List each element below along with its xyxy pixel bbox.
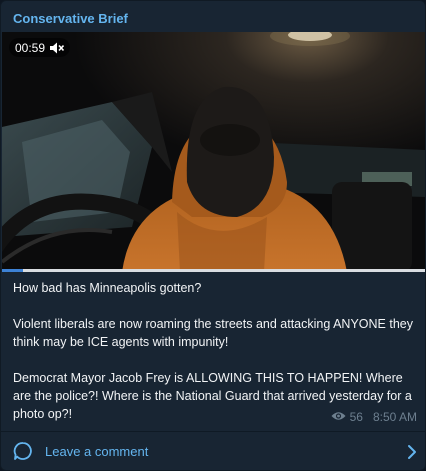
leave-comment-label: Leave a comment	[45, 444, 149, 459]
leave-comment-button[interactable]: Leave a comment	[1, 431, 425, 470]
video-progress-bar[interactable]	[2, 269, 425, 272]
video-player[interactable]: 00:59	[2, 32, 425, 272]
video-duration-badge[interactable]: 00:59	[9, 38, 71, 57]
post-card: Conservative Brief 00:59 How bad has Min…	[0, 0, 426, 471]
post-paragraph: Violent liberals are now roaming the str…	[13, 317, 417, 349]
comment-bubble-icon	[13, 441, 33, 466]
video-duration: 00:59	[15, 40, 46, 55]
post-text: How bad has Minneapolis gotten? Violent …	[13, 279, 417, 423]
video-progress-fill	[2, 269, 24, 272]
post-time: 8:50 AM	[372, 410, 417, 424]
video-frame	[2, 32, 425, 272]
view-count: 56	[349, 410, 363, 424]
speaker-muted-icon[interactable]	[50, 42, 65, 54]
channel-name[interactable]: Conservative Brief	[13, 11, 128, 26]
post-paragraph: How bad has Minneapolis gotten?	[13, 281, 202, 295]
eye-icon	[331, 410, 346, 424]
post-meta: 56 8:50 AM	[331, 410, 417, 424]
chevron-right-icon	[407, 444, 417, 465]
